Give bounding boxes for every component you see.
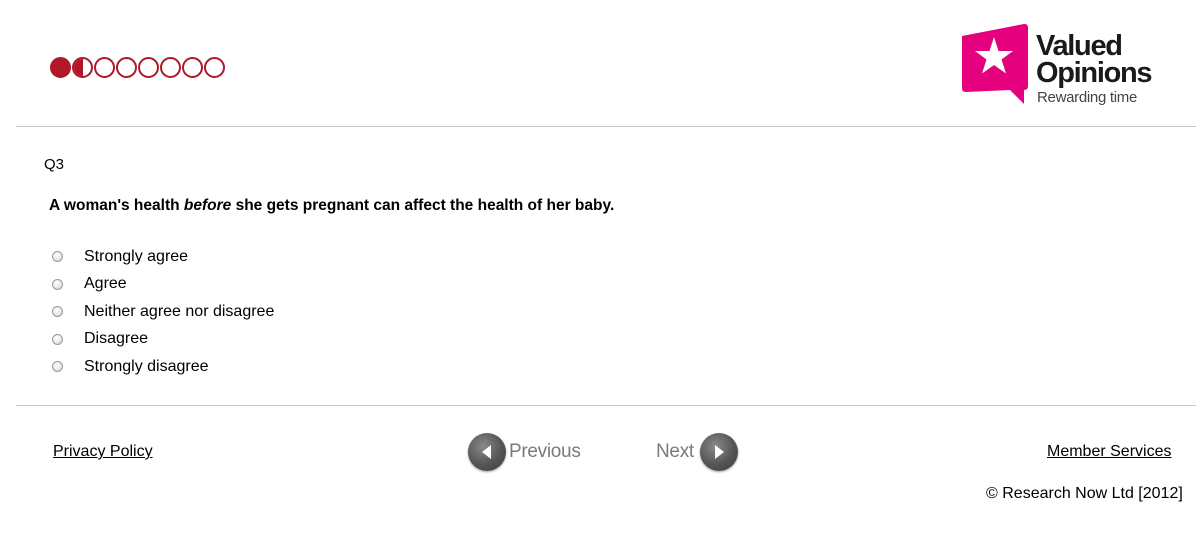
- previous-label[interactable]: Previous: [509, 441, 581, 463]
- progress-dot: [116, 57, 137, 78]
- header-divider: [16, 126, 1196, 127]
- progress-dot: [138, 57, 159, 78]
- radio-button[interactable]: [52, 251, 63, 263]
- copyright-text: © Research Now Ltd [2012]: [986, 485, 1183, 502]
- radio-button[interactable]: [52, 361, 63, 373]
- progress-indicator: [50, 57, 225, 81]
- valued-opinions-logo: Valued Opinions Rewarding time: [958, 22, 1168, 108]
- progress-dot: [160, 57, 181, 78]
- progress-dot: [182, 57, 203, 78]
- question-text-part: she gets pregnant can affect the health …: [231, 197, 615, 214]
- option-strongly-disagree[interactable]: Strongly disagree: [52, 353, 274, 381]
- privacy-policy-link[interactable]: Privacy Policy: [53, 443, 153, 461]
- question-number: Q3: [44, 156, 65, 173]
- answer-options: Strongly agree Agree Neither agree nor d…: [52, 243, 274, 381]
- next-button[interactable]: Next: [656, 432, 738, 472]
- progress-dot-current: [72, 57, 93, 78]
- previous-button[interactable]: Previous: [468, 432, 581, 472]
- option-agree[interactable]: Agree: [52, 271, 274, 299]
- progress-dot: [94, 57, 115, 78]
- radio-button[interactable]: [52, 278, 63, 290]
- radio-button[interactable]: [52, 306, 63, 318]
- option-label[interactable]: Neither agree nor disagree: [84, 303, 274, 321]
- question-text: A woman's health before she gets pregnan…: [49, 197, 614, 215]
- option-label[interactable]: Agree: [84, 275, 127, 293]
- progress-dot: [204, 57, 225, 78]
- option-neither[interactable]: Neither agree nor disagree: [52, 298, 274, 326]
- member-services-link[interactable]: Member Services: [1047, 443, 1171, 461]
- option-strongly-agree[interactable]: Strongly agree: [52, 243, 274, 271]
- arrow-right-icon[interactable]: [699, 433, 738, 471]
- radio-button[interactable]: [52, 333, 63, 345]
- logo-tagline: Rewarding time: [1037, 89, 1138, 106]
- option-label[interactable]: Strongly disagree: [84, 358, 209, 376]
- logo-star-icon: [962, 23, 1028, 105]
- option-label[interactable]: Disagree: [84, 330, 148, 348]
- question-text-part: A woman's health: [49, 197, 184, 214]
- footer-divider: [16, 405, 1196, 406]
- option-label[interactable]: Strongly agree: [84, 248, 188, 266]
- next-label[interactable]: Next: [656, 441, 694, 463]
- option-disagree[interactable]: Disagree: [52, 326, 274, 354]
- logo-text-opinions: Opinions: [1036, 57, 1153, 89]
- question-text-emphasis: before: [183, 197, 232, 214]
- progress-dot-completed: [50, 57, 71, 78]
- arrow-left-icon[interactable]: [468, 433, 506, 471]
